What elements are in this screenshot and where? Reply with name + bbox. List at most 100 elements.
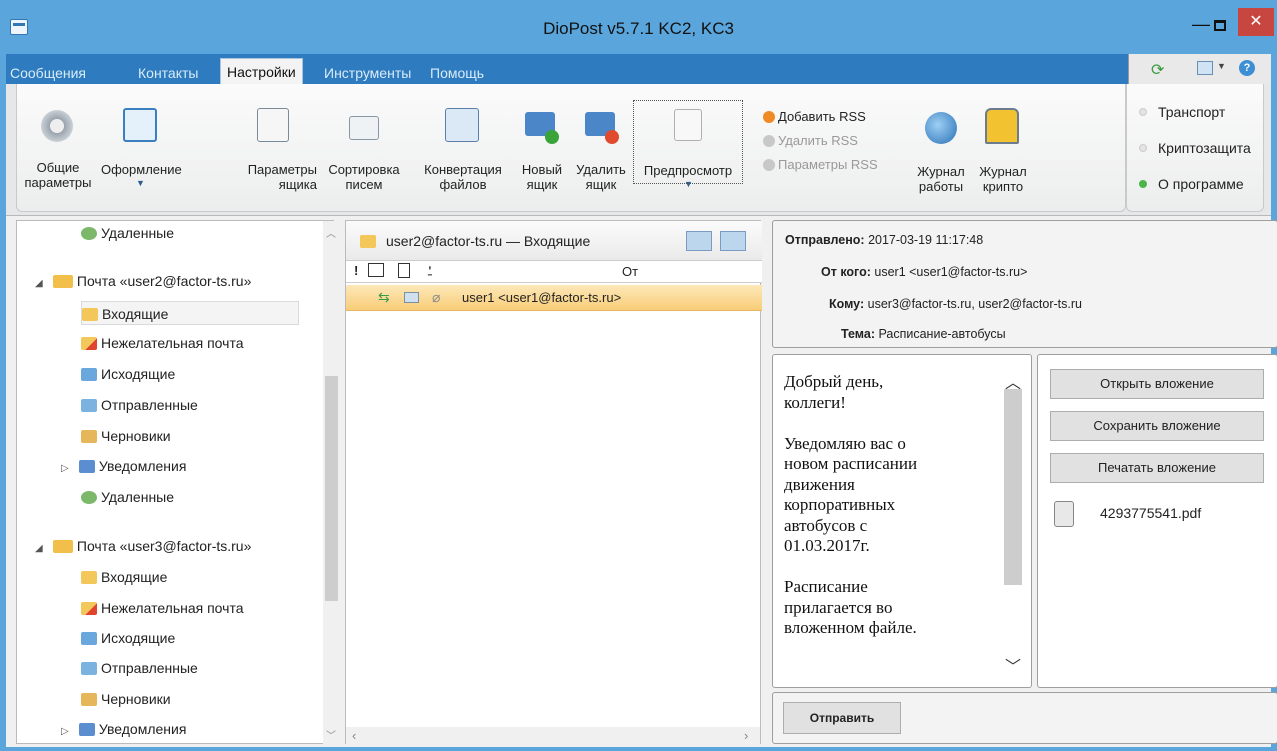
message-body[interactable]: Добрый день, коллеги! Уведомляю вас о но… (784, 372, 984, 639)
delete-mailbox-button[interactable]: Удалить ящик (571, 106, 631, 196)
tab-help[interactable]: Помощь (430, 62, 484, 84)
column-from[interactable]: От (622, 264, 638, 279)
message-row[interactable]: ⇆ ⌀ user1 <user1@factor-ts.ru> (346, 285, 762, 311)
maximize-button[interactable] (1205, 9, 1235, 39)
column-document-icon[interactable] (398, 263, 410, 278)
tree-folder-drafts[interactable]: Черновики (81, 424, 171, 448)
expand-arrow-icon: ▷ (61, 463, 69, 474)
expand-arrow-icon: ▷ (61, 726, 69, 737)
from-value: user1 <user1@factor-ts.ru> (874, 265, 1028, 279)
tab-messages[interactable]: Сообщения (10, 62, 86, 84)
print-attachment-button[interactable]: Печатать вложение (1050, 453, 1264, 483)
crypto-option[interactable]: Криптозащита (1139, 140, 1251, 156)
about-option[interactable]: О программе (1139, 176, 1244, 192)
expand-arrow-icon: ◢ (35, 543, 43, 554)
preview-button[interactable]: Предпросмотр ▼ (633, 100, 743, 189)
sort-mail-button[interactable]: Сортировка писем (319, 106, 409, 196)
chevron-down-icon[interactable]: ▼ (1217, 61, 1226, 71)
tree-folder-inbox[interactable]: Входящие (81, 301, 299, 325)
scroll-right-icon[interactable]: › (744, 728, 748, 743)
message-body-pane: Добрый день, коллеги! Уведомляю вас о но… (772, 354, 1032, 688)
notification-icon (78, 460, 95, 473)
column-attachment-icon[interactable]: ⍘ (426, 263, 434, 279)
general-settings-button[interactable]: Общие параметры (17, 106, 99, 196)
add-rss-button[interactable]: Добавить RSS (763, 108, 866, 126)
notification-icon (78, 723, 95, 736)
transport-option[interactable]: Транспорт (1139, 104, 1225, 120)
tree-folder-outbox[interactable]: Исходящие (81, 626, 175, 650)
inbox-folder-icon (82, 308, 98, 321)
tree-folder-spam[interactable]: Нежелательная почта (81, 596, 244, 620)
work-log-button[interactable]: Журнал работы (913, 106, 969, 196)
chevron-down-icon: ▼ (684, 179, 693, 189)
body-scrollbar[interactable]: ︿ ﹀ (1002, 363, 1024, 681)
ribbon-settings-group: Общие параметры Оформление ▼ Параметры я… (16, 84, 1126, 212)
tree-folder-spam[interactable]: Нежелательная почта (81, 331, 244, 355)
tree-folder-deleted[interactable]: Удаленные (81, 221, 174, 245)
convert-files-button[interactable]: Конвертация файлов (413, 106, 513, 196)
send-pane: Отправить (772, 692, 1277, 744)
tree-folder-sent[interactable]: Отправленные (81, 393, 198, 417)
tab-contacts[interactable]: Контакты (138, 62, 198, 84)
tab-tools[interactable]: Инструменты (324, 62, 411, 84)
tab-settings[interactable]: Настройки (220, 58, 303, 84)
column-priority[interactable]: ! (354, 263, 358, 278)
ribbon-side-group: Транспорт Криптозащита О программе (1126, 84, 1264, 212)
sent-folder-icon (81, 662, 97, 675)
settings-icon[interactable] (1197, 61, 1213, 75)
outbox-folder-icon (81, 368, 97, 381)
help-icon[interactable]: ? (1239, 60, 1255, 76)
attachment-icon: ⌀ (432, 289, 441, 305)
rss-settings-icon (763, 159, 775, 171)
tree-account-user3[interactable]: ◢ Почта «user3@factor-ts.ru» (35, 534, 251, 558)
sync-icon[interactable]: ⟳ (1151, 60, 1164, 80)
delete-rss-button[interactable]: Удалить RSS (763, 132, 858, 150)
appearance-button[interactable]: Оформление ▼ (101, 106, 182, 196)
new-mailbox-button[interactable]: Новый ящик (515, 106, 569, 196)
attachment-file-icon[interactable] (1054, 501, 1074, 527)
layout-vertical-icon[interactable] (686, 231, 712, 251)
tree-folder-outbox[interactable]: Исходящие (81, 362, 175, 386)
main-area: Удаленные ◢ Почта «user2@factor-ts.ru» В… (6, 216, 1277, 747)
tree-account-user2[interactable]: ◢ Почта «user2@factor-ts.ru» (35, 269, 251, 293)
menu-bar: Сообщения Контакты Настройки Инструменты… (6, 54, 1271, 84)
scrollbar-thumb[interactable] (1004, 389, 1022, 585)
tree-scrollbar[interactable]: ︿ ﹀ (323, 221, 340, 745)
column-read-icon[interactable] (368, 263, 384, 277)
tree-folder-inbox[interactable]: Входящие (81, 565, 167, 589)
preview-icon (674, 109, 702, 141)
mailbox-settings-button[interactable]: Параметры ящика (227, 106, 317, 196)
open-attachment-button[interactable]: Открыть вложение (1050, 369, 1264, 399)
menu-right-tools: ⟳ ▼ ? (1128, 54, 1271, 84)
to-value: user3@factor-ts.ru, user2@factor-ts.ru (867, 297, 1082, 311)
tree-folder-deleted[interactable]: Удаленные (81, 485, 174, 509)
attachment-filename[interactable]: 4293775541.pdf (1100, 505, 1201, 521)
convert-icon (445, 108, 479, 142)
horizontal-scrollbar[interactable]: ‹ › (346, 727, 760, 744)
rss-delete-icon (763, 135, 775, 147)
message-list: user2@factor-ts.ru — Входящие ! ⍘ От ⇆ ⌀… (345, 220, 762, 744)
account-folder-icon (52, 275, 73, 288)
close-button[interactable]: ✕ (1238, 8, 1274, 36)
globe-icon (925, 112, 957, 144)
attachments-pane: Открыть вложение Сохранить вложение Печа… (1037, 354, 1277, 688)
rss-settings-button[interactable]: Параметры RSS (763, 156, 878, 174)
crypto-log-button[interactable]: Журнал крипто (973, 106, 1033, 196)
scroll-down-icon[interactable]: ﹀ (1005, 653, 1021, 677)
ribbon: Общие параметры Оформление ▼ Параметры я… (6, 84, 1271, 216)
tree-folder-notifications[interactable]: ▷ Уведомления (61, 717, 186, 741)
tree-folder-notifications[interactable]: ▷ Уведомления (61, 454, 186, 478)
tree-folder-sent[interactable]: Отправленные (81, 656, 198, 680)
sort-box-icon (349, 116, 379, 140)
scrollbar-thumb[interactable] (325, 376, 338, 601)
layout-horizontal-icon[interactable] (720, 231, 746, 251)
send-button[interactable]: Отправить (783, 702, 901, 734)
scroll-up-icon[interactable]: ︿ (326, 225, 336, 240)
scroll-left-icon[interactable]: ‹ (352, 728, 356, 743)
inbox-folder-icon (360, 235, 376, 248)
save-attachment-button[interactable]: Сохранить вложение (1050, 411, 1264, 441)
scroll-down-icon[interactable]: ﹀ (326, 727, 336, 742)
sent-value: 2017-03-19 11:17:48 (868, 233, 984, 247)
tree-folder-drafts[interactable]: Черновики (81, 687, 171, 711)
subject-value: Расписание-автобусы (878, 327, 1006, 341)
